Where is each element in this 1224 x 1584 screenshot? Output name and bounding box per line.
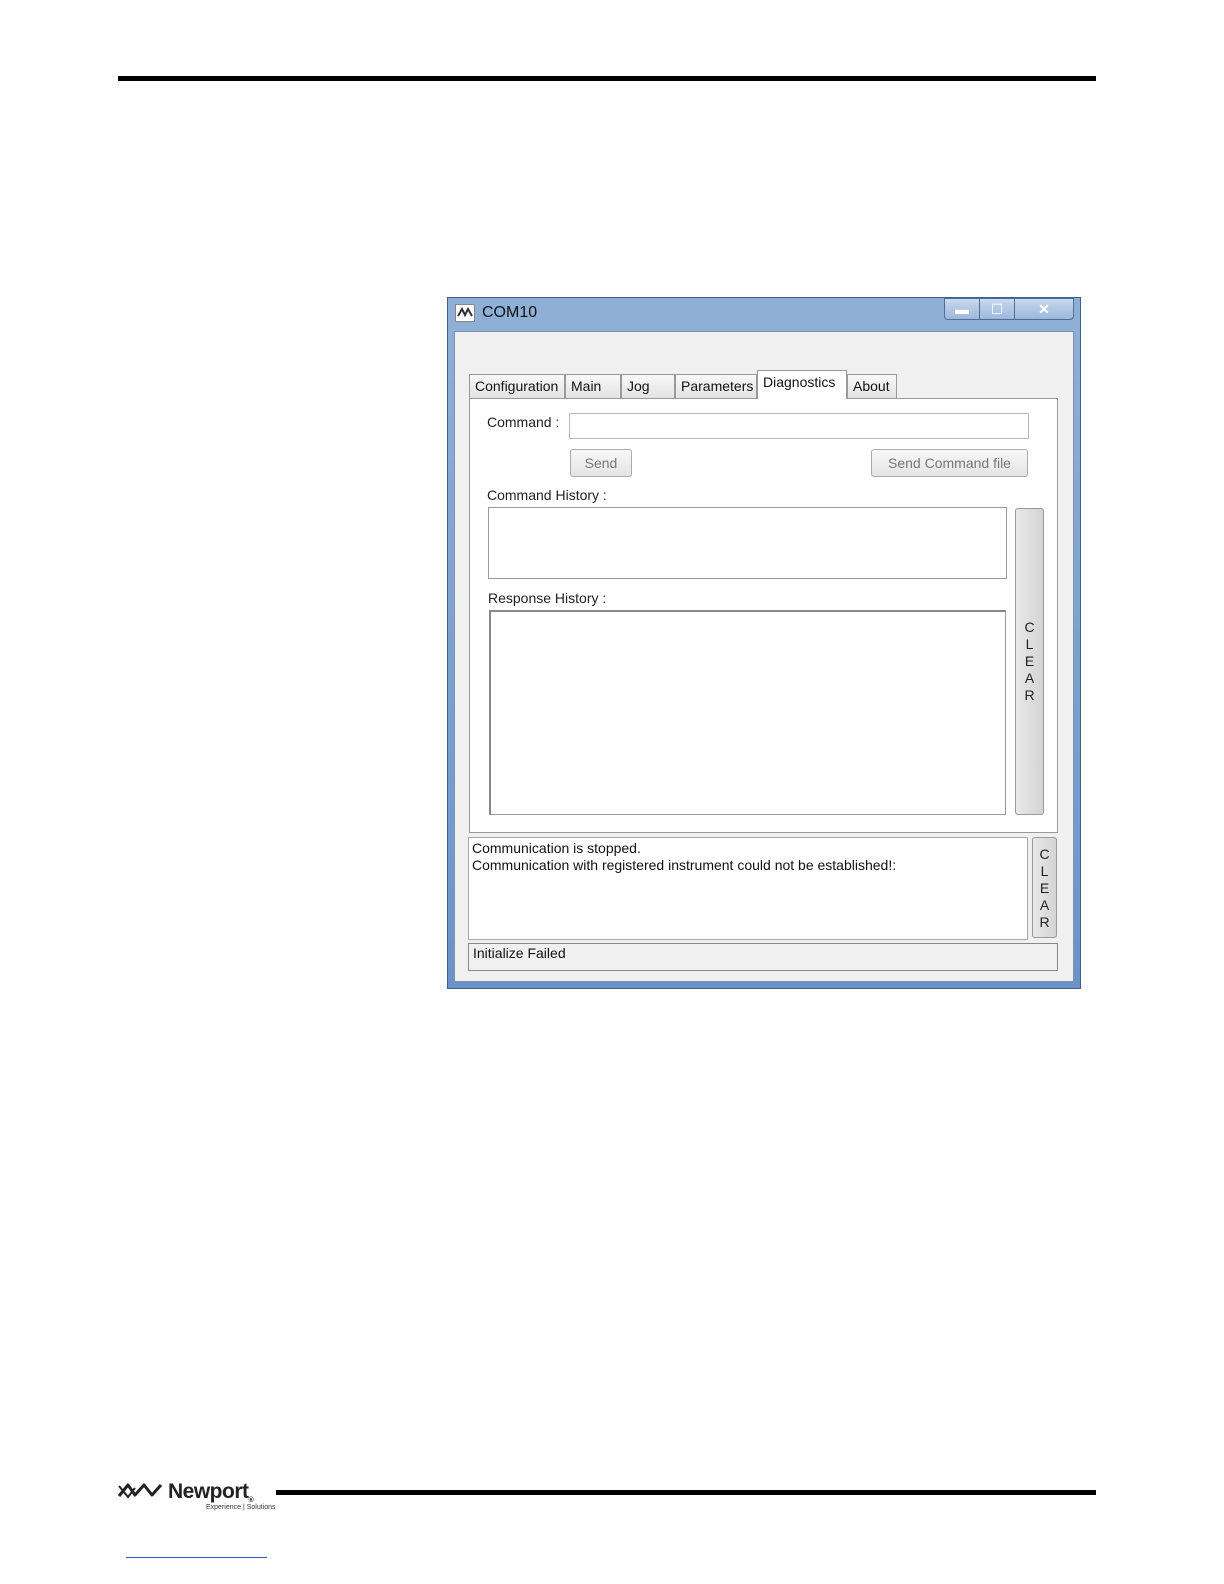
tab-jog[interactable]: Jog: [621, 374, 675, 398]
status-text: Initialize Failed: [473, 945, 566, 961]
diagnostics-panel: Command : Send Send Command file Command…: [469, 398, 1058, 833]
tab-about[interactable]: About: [847, 374, 897, 398]
footer-link-underline[interactable]: [126, 1557, 267, 1558]
window-title: COM10: [482, 304, 538, 321]
send-button[interactable]: Send: [570, 449, 632, 477]
newport-logo-icon: [117, 1483, 163, 1499]
window-controls: ▬ ☐ ✕: [944, 298, 1076, 320]
brand-name: Newport®: [168, 1480, 254, 1504]
brand-tagline: Experience | Solutions: [206, 1504, 276, 1511]
message-log[interactable]: Communication is stopped. Communication …: [468, 837, 1028, 940]
clear-history-button[interactable]: CLEAR: [1015, 508, 1044, 815]
command-input[interactable]: [569, 413, 1029, 439]
maximize-icon: ☐: [990, 301, 1004, 317]
clear-log-button[interactable]: CLEAR: [1032, 837, 1057, 938]
minimize-button[interactable]: ▬: [944, 298, 980, 320]
title-bar[interactable]: COM10 ▬ ☐ ✕: [448, 298, 1080, 330]
minimize-icon: ▬: [955, 301, 969, 317]
clear-history-label: CLEAR: [1024, 619, 1035, 703]
clear-log-label: CLEAR: [1039, 846, 1050, 930]
close-icon: ✕: [1038, 301, 1050, 317]
maximize-button[interactable]: ☐: [979, 298, 1015, 320]
log-line: Communication is stopped.: [472, 840, 641, 856]
app-window: COM10 ▬ ☐ ✕ Configuration Main Jog Param…: [447, 297, 1081, 989]
close-button[interactable]: ✕: [1014, 298, 1074, 320]
newport-logo: [116, 1480, 164, 1507]
command-label: Command :: [487, 414, 560, 430]
tab-main[interactable]: Main: [565, 374, 621, 398]
page-header-rule: [118, 76, 1096, 81]
tab-diagnostics[interactable]: Diagnostics: [757, 370, 847, 399]
window-client-area: Configuration Main Jog Parameters Diagno…: [454, 331, 1074, 982]
newport-app-icon: [455, 304, 475, 322]
log-line: Communication with registered instrument…: [472, 857, 897, 873]
response-history-box[interactable]: [489, 610, 1006, 815]
command-history-label: Command History :: [487, 487, 607, 503]
tab-configuration[interactable]: Configuration: [469, 374, 565, 398]
page-footer-rule: [276, 1490, 1096, 1495]
command-history-box[interactable]: [488, 507, 1007, 579]
response-history-label: Response History :: [488, 590, 607, 606]
send-command-file-button[interactable]: Send Command file: [871, 449, 1028, 477]
tab-parameters[interactable]: Parameters: [675, 374, 757, 398]
status-bar: Initialize Failed: [468, 943, 1058, 971]
